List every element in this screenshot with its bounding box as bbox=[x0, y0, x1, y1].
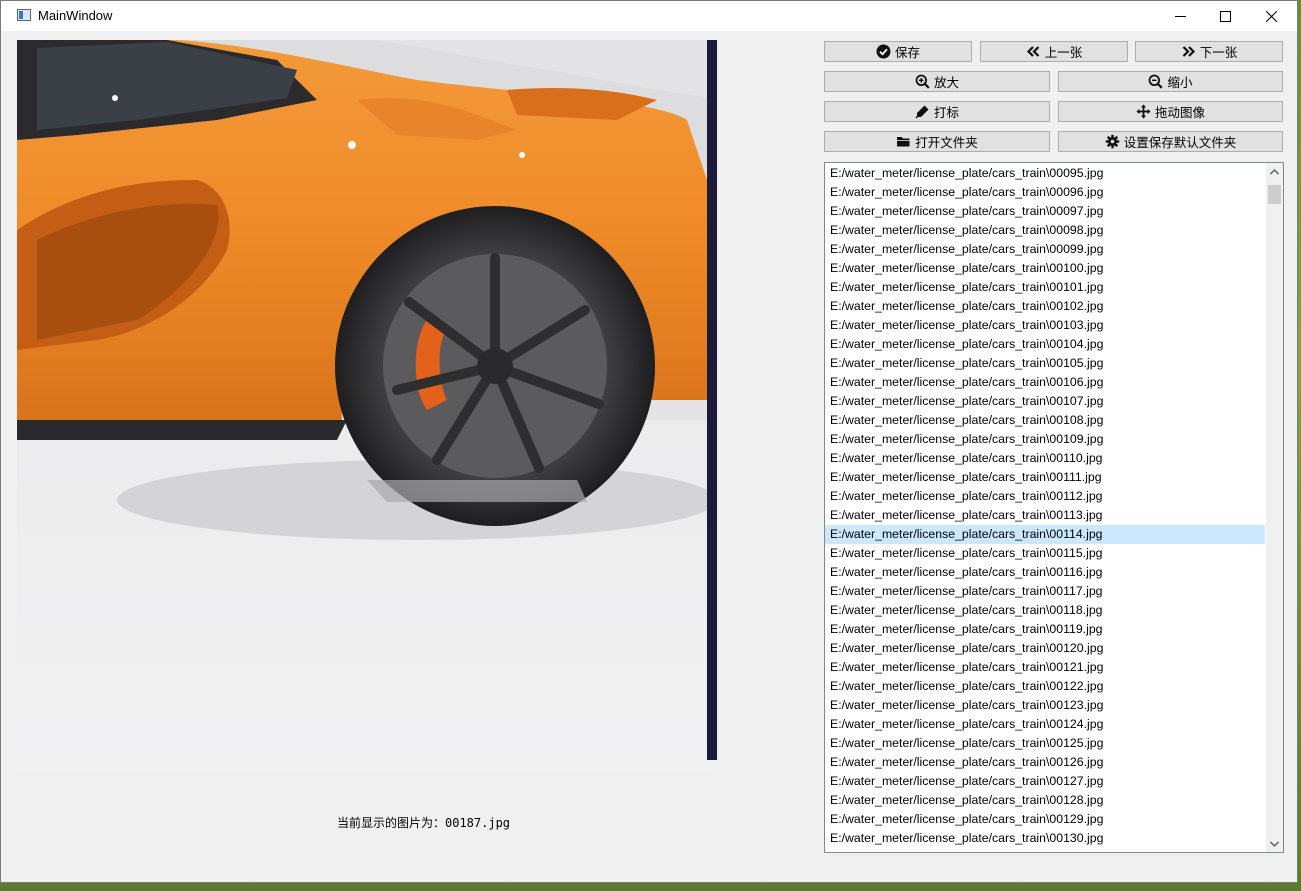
list-item-selected[interactable]: E:/water_meter/license_plate/cars_train\… bbox=[825, 525, 1265, 544]
list-item[interactable]: E:/water_meter/license_plate/cars_train\… bbox=[825, 791, 1265, 810]
gear-icon bbox=[1105, 134, 1120, 149]
file-list-items: E:/water_meter/license_plate/cars_train\… bbox=[825, 163, 1265, 852]
image-display[interactable] bbox=[17, 40, 717, 770]
list-item[interactable]: E:/water_meter/license_plate/cars_train\… bbox=[825, 829, 1265, 848]
list-item[interactable]: E:/water_meter/license_plate/cars_train\… bbox=[825, 772, 1265, 791]
list-item[interactable]: E:/water_meter/license_plate/cars_train\… bbox=[825, 544, 1265, 563]
list-item[interactable]: E:/water_meter/license_plate/cars_train\… bbox=[825, 658, 1265, 677]
window-title: MainWindow bbox=[38, 8, 113, 23]
list-item[interactable]: E:/water_meter/license_plate/cars_train\… bbox=[825, 506, 1265, 525]
list-item[interactable]: E:/water_meter/license_plate/cars_train\… bbox=[825, 715, 1265, 734]
list-item[interactable]: E:/water_meter/license_plate/cars_train\… bbox=[825, 316, 1265, 335]
list-item[interactable]: E:/water_meter/license_plate/cars_train\… bbox=[825, 221, 1265, 240]
list-item[interactable]: E:/water_meter/license_plate/cars_train\… bbox=[825, 278, 1265, 297]
car-photo bbox=[17, 40, 717, 770]
list-item[interactable]: E:/water_meter/license_plate/cars_train\… bbox=[825, 392, 1265, 411]
set-default-folder-button[interactable]: 设置保存默认文件夹 bbox=[1058, 131, 1283, 152]
vertical-scrollbar[interactable] bbox=[1266, 163, 1283, 852]
close-icon bbox=[1265, 10, 1277, 22]
close-button[interactable] bbox=[1248, 1, 1294, 31]
file-list[interactable]: E:/water_meter/license_plate/cars_train\… bbox=[824, 162, 1284, 853]
move-icon bbox=[1136, 104, 1151, 119]
save-button-label: 保存 bbox=[894, 45, 920, 60]
current-image-status: 当前显示的图片为：00187.jpg bbox=[337, 816, 511, 830]
list-item[interactable]: E:/water_meter/license_plate/cars_train\… bbox=[825, 620, 1265, 639]
list-item[interactable]: E:/water_meter/license_plate/cars_train\… bbox=[825, 601, 1265, 620]
list-item[interactable]: E:/water_meter/license_plate/cars_train\… bbox=[825, 449, 1265, 468]
title-bar[interactable]: MainWindow bbox=[1, 1, 1297, 31]
app-icon bbox=[17, 9, 31, 21]
zoom-out-icon bbox=[1148, 74, 1164, 89]
double-chevron-right-icon bbox=[1181, 44, 1196, 59]
list-item[interactable]: E:/water_meter/license_plate/cars_train\… bbox=[825, 240, 1265, 259]
list-item[interactable]: E:/water_meter/license_plate/cars_train\… bbox=[825, 335, 1265, 354]
scroll-down-button[interactable] bbox=[1266, 835, 1283, 852]
list-item[interactable]: E:/water_meter/license_plate/cars_train\… bbox=[825, 582, 1265, 601]
list-item[interactable]: E:/water_meter/license_plate/cars_train\… bbox=[825, 183, 1265, 202]
chevron-up-icon bbox=[1270, 168, 1279, 174]
next-button[interactable]: 下一张 bbox=[1135, 41, 1283, 62]
prev-button[interactable]: 上一张 bbox=[980, 41, 1128, 62]
zoom-out-button[interactable]: 缩小 bbox=[1058, 71, 1283, 92]
drag-image-label: 拖动图像 bbox=[1154, 105, 1205, 120]
scroll-thumb[interactable] bbox=[1268, 185, 1281, 204]
scroll-up-button[interactable] bbox=[1266, 163, 1283, 180]
open-folder-button[interactable]: 打开文件夹 bbox=[824, 131, 1050, 152]
marker-icon bbox=[915, 104, 930, 119]
maximize-button[interactable] bbox=[1202, 1, 1248, 31]
zoom-in-icon bbox=[915, 74, 930, 89]
check-circle-icon bbox=[876, 44, 891, 59]
list-item[interactable]: E:/water_meter/license_plate/cars_train\… bbox=[825, 259, 1265, 278]
folder-icon bbox=[896, 134, 911, 149]
list-item[interactable]: E:/water_meter/license_plate/cars_train\… bbox=[825, 202, 1265, 221]
list-item[interactable]: E:/water_meter/license_plate/cars_train\… bbox=[825, 411, 1265, 430]
list-item[interactable]: E:/water_meter/license_plate/cars_train\… bbox=[825, 297, 1265, 316]
annotate-button[interactable]: 打标 bbox=[824, 101, 1050, 122]
set-default-folder-label: 设置保存默认文件夹 bbox=[1123, 135, 1237, 150]
list-item[interactable]: E:/water_meter/license_plate/cars_train\… bbox=[825, 677, 1265, 696]
save-button[interactable]: 保存 bbox=[824, 41, 972, 62]
list-item[interactable]: E:/water_meter/license_plate/cars_train\… bbox=[825, 753, 1265, 772]
list-item[interactable]: E:/water_meter/license_plate/cars_train\… bbox=[825, 164, 1265, 183]
maximize-icon bbox=[1219, 10, 1231, 22]
list-item[interactable]: E:/water_meter/license_plate/cars_train\… bbox=[825, 563, 1265, 582]
minimize-button[interactable] bbox=[1157, 1, 1203, 31]
list-item[interactable]: E:/water_meter/license_plate/cars_train\… bbox=[825, 373, 1265, 392]
zoom-in-label: 放大 bbox=[933, 75, 959, 90]
zoom-in-button[interactable]: 放大 bbox=[824, 71, 1050, 92]
list-item[interactable]: E:/water_meter/license_plate/cars_train\… bbox=[825, 696, 1265, 715]
open-folder-label: 打开文件夹 bbox=[915, 135, 978, 150]
chevron-down-icon bbox=[1270, 841, 1279, 847]
list-item[interactable]: E:/water_meter/license_plate/cars_train\… bbox=[825, 487, 1265, 506]
drag-image-button[interactable]: 拖动图像 bbox=[1058, 101, 1283, 122]
list-item[interactable]: E:/water_meter/license_plate/cars_train\… bbox=[825, 468, 1265, 487]
list-item[interactable]: E:/water_meter/license_plate/cars_train\… bbox=[825, 354, 1265, 373]
next-button-label: 下一张 bbox=[1199, 45, 1238, 60]
zoom-out-label: 缩小 bbox=[1167, 75, 1193, 90]
list-item[interactable]: E:/water_meter/license_plate/cars_train\… bbox=[825, 810, 1265, 829]
minimize-icon bbox=[1174, 15, 1186, 17]
prev-button-label: 上一张 bbox=[1044, 45, 1083, 60]
list-item[interactable]: E:/water_meter/license_plate/cars_train\… bbox=[825, 430, 1265, 449]
main-window: MainWindow 当前显示的图片为：00187.jpg 保存 上一张 下一张… bbox=[0, 0, 1298, 883]
double-chevron-left-icon bbox=[1026, 44, 1041, 59]
list-item[interactable]: E:/water_meter/license_plate/cars_train\… bbox=[825, 639, 1265, 658]
annotate-label: 打标 bbox=[933, 105, 959, 120]
list-item[interactable]: E:/water_meter/license_plate/cars_train\… bbox=[825, 734, 1265, 753]
